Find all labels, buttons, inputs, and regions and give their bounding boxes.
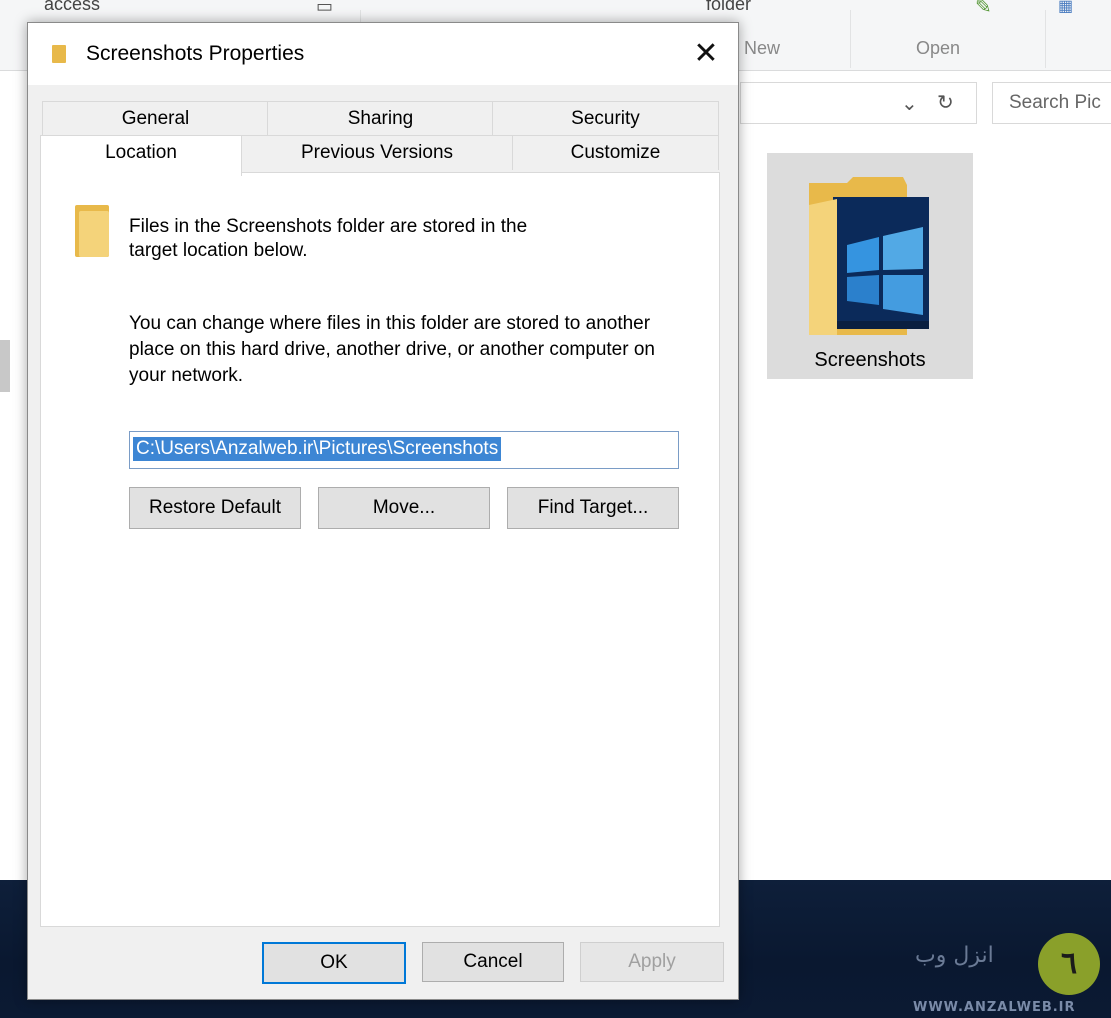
watermark: انزل وب ٦ WWW.ANZALWEB.IR xyxy=(905,925,1111,1018)
search-placeholder: Search Pic xyxy=(1009,92,1101,113)
restore-default-button[interactable]: Restore Default xyxy=(129,487,301,529)
move-button[interactable]: Move... xyxy=(318,487,490,529)
ribbon-separator xyxy=(1045,10,1046,68)
ribbon-partial-label: access xyxy=(44,0,101,14)
select-icon[interactable]: ▦ xyxy=(1058,0,1073,16)
apply-button[interactable]: Apply xyxy=(580,942,724,982)
tab-sharing[interactable]: Sharing xyxy=(267,101,494,136)
search-input[interactable]: Search Pic xyxy=(992,82,1111,124)
refresh-icon[interactable]: ↻ xyxy=(937,90,954,115)
folder-tile-screenshots[interactable]: Screenshots xyxy=(767,153,973,379)
folder-icon xyxy=(52,45,66,63)
tab-security[interactable]: Security xyxy=(492,101,719,136)
close-button[interactable]: ✕ xyxy=(683,32,729,76)
tab-general[interactable]: General xyxy=(42,101,269,136)
scroll-indicator xyxy=(0,340,10,392)
tab-customize[interactable]: Customize xyxy=(512,135,719,170)
tab-location[interactable]: Location xyxy=(40,135,242,176)
location-description: Files in the Screenshots folder are stor… xyxy=(129,216,528,261)
target-path-value: C:\Users\Anzalweb.ir\Pictures\Screenshot… xyxy=(133,437,502,461)
dialog-title: Screenshots Properties xyxy=(86,42,305,65)
cancel-button[interactable]: Cancel xyxy=(422,942,564,982)
watermark-logo-icon: ٦ xyxy=(1038,933,1100,995)
title-bar[interactable]: Screenshots Properties ✕ xyxy=(28,23,738,85)
watermark-logo-text: انزل وب xyxy=(915,943,994,968)
ok-button[interactable]: OK xyxy=(262,942,406,984)
find-target-button[interactable]: Find Target... xyxy=(507,487,679,529)
tab-previous-versions[interactable]: Previous Versions xyxy=(240,135,514,170)
change-location-description: You can change where files in this folde… xyxy=(129,313,655,386)
ribbon-icon: ▭ xyxy=(316,0,334,16)
folder-thumbnail-icon xyxy=(809,177,929,335)
location-panel: Files in the Screenshots folder are stor… xyxy=(40,172,720,927)
folder-icon xyxy=(75,205,109,257)
ribbon-partial-folder: folder xyxy=(706,0,752,14)
edit-icon[interactable]: ✎ xyxy=(975,0,992,19)
tab-row-back: General Sharing Security xyxy=(42,101,719,137)
ribbon-new-group[interactable]: New xyxy=(744,38,780,59)
folder-tile-label: Screenshots xyxy=(814,349,926,371)
address-bar[interactable]: ⌄ ↻ xyxy=(740,82,977,124)
properties-dialog: Screenshots Properties ✕ General Sharing… xyxy=(27,22,739,1000)
ribbon-open-group[interactable]: Open xyxy=(916,38,960,59)
ribbon-separator xyxy=(850,10,851,68)
target-path-field[interactable]: C:\Users\Anzalweb.ir\Pictures\Screenshot… xyxy=(129,431,679,469)
chevron-down-icon[interactable]: ⌄ xyxy=(901,91,918,116)
watermark-site: WWW.ANZALWEB.IR xyxy=(913,1000,1076,1015)
tab-row-front: Location Previous Versions Customize xyxy=(40,135,719,176)
